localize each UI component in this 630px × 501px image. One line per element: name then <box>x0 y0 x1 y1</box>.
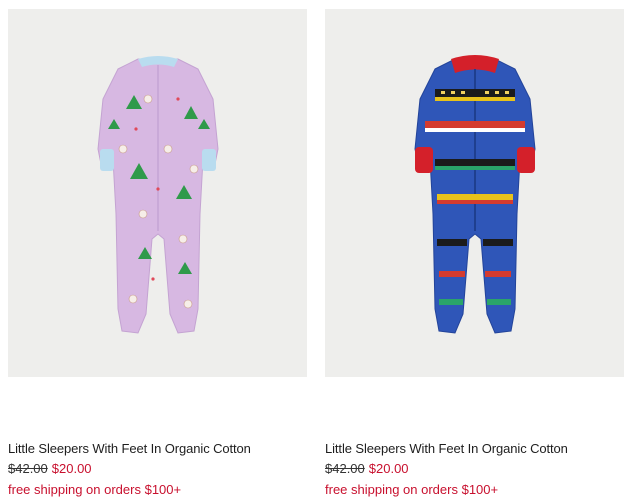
sale-price: $20.00 <box>51 461 92 476</box>
sale-price: $20.00 <box>368 461 409 476</box>
product-title[interactable]: Little Sleepers With Feet In Organic Cot… <box>8 441 251 457</box>
product-image[interactable] <box>325 9 624 377</box>
original-price: $42.00 <box>325 461 365 476</box>
shipping-promo: free shipping on orders $100+ <box>325 482 499 497</box>
product-card[interactable]: Little Sleepers With Feet In Organic Cot… <box>325 9 624 497</box>
original-price: $42.00 <box>8 461 48 476</box>
product-title[interactable]: Little Sleepers With Feet In Organic Cot… <box>325 441 568 457</box>
shipping-promo: free shipping on orders $100+ <box>8 482 182 497</box>
product-card[interactable]: Little Sleepers With Feet In Organic Cot… <box>8 9 307 497</box>
price-row: $42.00 $20.00 <box>325 461 409 477</box>
price-row: $42.00 $20.00 <box>8 461 92 477</box>
blue-sleeper-illustration <box>414 55 536 334</box>
lavender-sleeper-illustration <box>97 56 219 334</box>
product-image[interactable] <box>8 9 307 377</box>
